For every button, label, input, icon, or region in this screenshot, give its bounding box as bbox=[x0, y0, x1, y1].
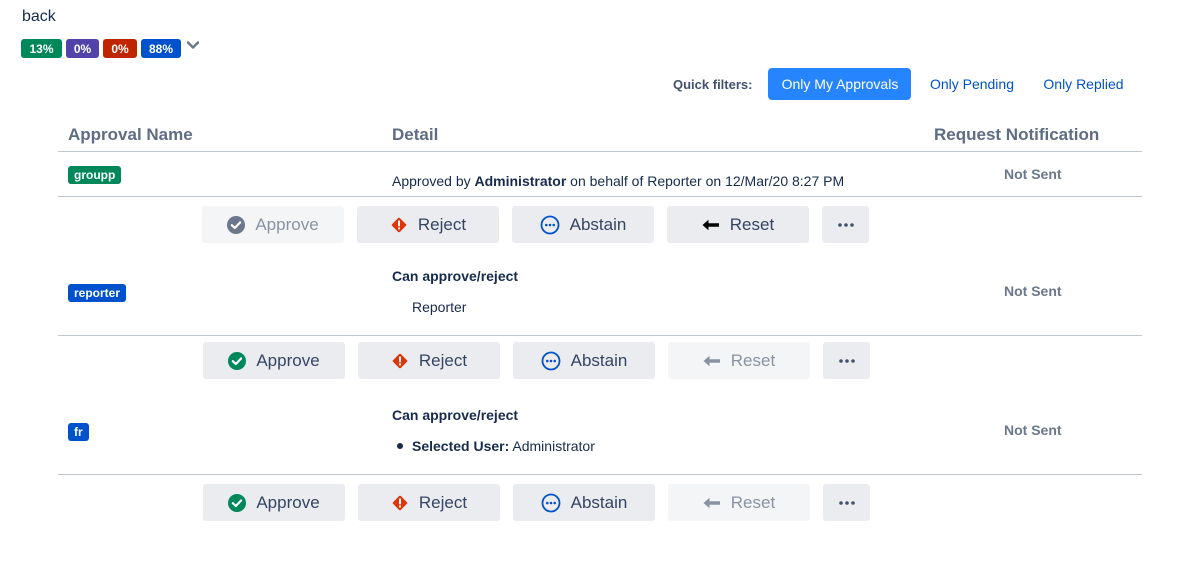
more-horizontal-icon bbox=[837, 222, 854, 227]
check-circle-icon bbox=[228, 351, 247, 370]
progress-badge-abstained: 0% bbox=[66, 39, 99, 58]
approve-label: Approve bbox=[256, 492, 320, 512]
approval-detail-bullet: Selected User: Administrator bbox=[392, 438, 595, 454]
detail-suffix: on behalf of Reporter on 12/Mar/20 8:27 … bbox=[566, 173, 845, 189]
abstain-label: Abstain bbox=[570, 350, 628, 370]
more-horizontal-icon bbox=[838, 358, 855, 363]
arrow-left-icon bbox=[703, 497, 720, 508]
progress-badge-rejected: 0% bbox=[103, 39, 137, 58]
more-circle-icon bbox=[541, 351, 561, 370]
filter-only-my-approvals[interactable]: Only My Approvals bbox=[768, 68, 912, 100]
approvals-table: Approval Name Detail Request Notificatio… bbox=[58, 114, 1142, 475]
approval-actions: Approve Reject Abstain Reset bbox=[203, 342, 870, 379]
reject-button[interactable]: Reject bbox=[358, 342, 500, 379]
notification-status: Not Sent bbox=[1004, 166, 1062, 182]
more-circle-icon bbox=[540, 215, 560, 234]
quick-filters-label: Quick filters: bbox=[673, 76, 753, 92]
approval-detail-approver: Reporter bbox=[412, 299, 467, 315]
reject-button[interactable]: Reject bbox=[358, 484, 500, 521]
detail-bullet-label: Selected User: bbox=[412, 438, 510, 454]
approval-progress: 13% 0% 0% 88% bbox=[21, 39, 200, 58]
filter-only-replied[interactable]: Only Replied bbox=[1035, 68, 1131, 100]
abstain-button[interactable]: Abstain bbox=[513, 484, 655, 521]
notification-status: Not Sent bbox=[1004, 283, 1062, 299]
reset-button[interactable]: Reset bbox=[668, 342, 810, 379]
quick-filters: Quick filters: Only My Approvals Only Pe… bbox=[673, 68, 1131, 100]
progress-badge-pending: 88% bbox=[141, 39, 181, 58]
progress-badge-approved: 13% bbox=[21, 39, 62, 58]
chevron-down-icon[interactable] bbox=[186, 39, 200, 53]
notification-status: Not Sent bbox=[1004, 422, 1062, 438]
arrow-left-icon bbox=[702, 219, 719, 230]
error-icon bbox=[392, 495, 408, 510]
reject-label: Reject bbox=[417, 214, 467, 234]
more-actions-button[interactable] bbox=[823, 484, 870, 521]
approval-actions: Approve Reject Abstain Reset bbox=[203, 484, 870, 521]
reset-button[interactable]: Reset bbox=[667, 206, 809, 243]
approval-name-lozenge: reporter bbox=[68, 284, 127, 302]
approve-button[interactable]: Approve bbox=[202, 206, 344, 243]
more-actions-button[interactable] bbox=[822, 206, 869, 243]
abstain-label: Abstain bbox=[570, 492, 628, 512]
arrow-left-icon bbox=[703, 355, 720, 366]
check-circle-icon bbox=[228, 493, 247, 512]
detail-prefix: Approved by bbox=[392, 173, 475, 189]
abstain-button[interactable]: Abstain bbox=[512, 206, 654, 243]
reset-label: Reset bbox=[730, 492, 776, 512]
approve-button[interactable]: Approve bbox=[203, 484, 345, 521]
abstain-label: Abstain bbox=[569, 214, 627, 234]
check-circle-icon bbox=[227, 215, 246, 234]
reject-button[interactable]: Reject bbox=[357, 206, 499, 243]
reset-button[interactable]: Reset bbox=[668, 484, 810, 521]
back-link[interactable]: back bbox=[22, 8, 56, 26]
reset-label: Reset bbox=[729, 214, 775, 234]
approve-button[interactable]: Approve bbox=[203, 342, 345, 379]
error-icon bbox=[392, 353, 408, 368]
filter-only-pending[interactable]: Only Pending bbox=[916, 68, 1027, 100]
approval-name-lozenge: groupp bbox=[68, 166, 122, 184]
reject-label: Reject bbox=[418, 350, 468, 370]
more-actions-button[interactable] bbox=[823, 342, 870, 379]
table-header: Approval Name Detail Request Notificatio… bbox=[58, 114, 1142, 152]
more-horizontal-icon bbox=[838, 500, 855, 505]
table-row: groupp Approved by Administrator on beha… bbox=[58, 152, 1142, 197]
header-approval-name: Approval Name bbox=[68, 125, 193, 144]
more-circle-icon bbox=[541, 493, 561, 512]
approval-detail: Approved by Administrator on behalf of R… bbox=[392, 173, 844, 189]
approval-detail-title: Can approve/reject bbox=[392, 268, 519, 284]
approval-detail-title: Can approve/reject bbox=[392, 407, 519, 423]
reset-label: Reset bbox=[730, 350, 776, 370]
approve-label: Approve bbox=[255, 214, 319, 234]
detail-bullet-value: Administrator bbox=[509, 438, 595, 454]
header-request-notification: Request Notification bbox=[934, 125, 1100, 144]
error-icon bbox=[391, 217, 407, 232]
header-detail: Detail bbox=[392, 125, 439, 144]
approval-name-lozenge: fr bbox=[68, 423, 89, 441]
approve-label: Approve bbox=[256, 350, 320, 370]
abstain-button[interactable]: Abstain bbox=[513, 342, 655, 379]
reject-label: Reject bbox=[418, 492, 468, 512]
approval-actions: Approve Reject Abstain Reset bbox=[202, 206, 869, 243]
bullet-dot bbox=[397, 443, 403, 449]
detail-user: Administrator bbox=[474, 173, 567, 189]
